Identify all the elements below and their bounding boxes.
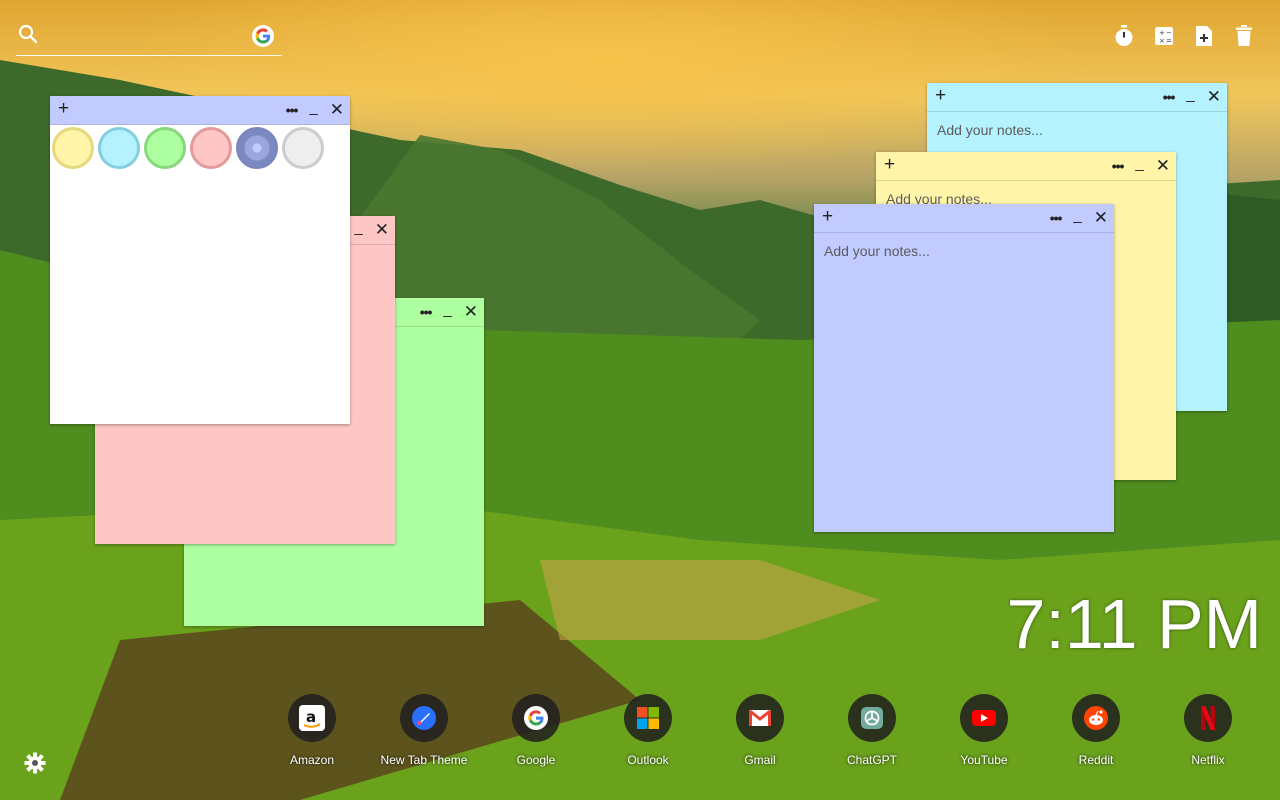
- new-tab-theme-icon: [400, 694, 448, 742]
- color-swatch-cyan[interactable]: [98, 127, 140, 169]
- outlook-icon: [624, 694, 672, 742]
- note-header: + ••• _ ✕: [50, 96, 350, 125]
- shortcut-label: Gmail: [744, 753, 776, 767]
- add-note-button[interactable]: +: [935, 86, 946, 106]
- shortcut-label: ChatGPT: [846, 753, 897, 767]
- note-header: + ••• _ ✕: [876, 152, 1176, 181]
- note-placeholder: Add your notes...: [937, 122, 1043, 138]
- search-bar: [16, 22, 282, 56]
- close-button[interactable]: ✕: [1094, 208, 1108, 228]
- minimize-button[interactable]: _: [354, 219, 362, 236]
- note-header: + ••• _ ✕: [814, 204, 1114, 233]
- shortcut-label: Reddit: [1078, 753, 1114, 767]
- shortcut-dock: a Amazon New Tab Theme Google Outlook Gm…: [256, 694, 1264, 767]
- add-note-button[interactable]: +: [58, 99, 69, 119]
- svg-text:a: a: [306, 708, 316, 726]
- add-note-button[interactable]: +: [884, 155, 895, 175]
- shortcut-outlook[interactable]: Outlook: [592, 694, 704, 767]
- shortcut-reddit[interactable]: Reddit: [1040, 694, 1152, 767]
- close-button[interactable]: ✕: [464, 302, 478, 322]
- color-palette: [50, 125, 350, 171]
- shortcut-netflix[interactable]: Netflix: [1152, 694, 1264, 767]
- color-swatch-yellow[interactable]: [52, 127, 94, 169]
- shortcut-new-tab-theme[interactable]: New Tab Theme: [368, 694, 480, 767]
- shortcut-amazon[interactable]: a Amazon: [256, 694, 368, 767]
- top-toolbar: + − × =: [1114, 25, 1254, 47]
- shortcut-label: YouTube: [960, 753, 1008, 767]
- netflix-icon: [1184, 694, 1232, 742]
- close-button[interactable]: ✕: [330, 100, 344, 120]
- search-input[interactable]: [50, 24, 244, 52]
- close-button[interactable]: ✕: [1156, 156, 1170, 176]
- search-icon[interactable]: [18, 24, 38, 49]
- trash-icon[interactable]: [1234, 25, 1254, 47]
- svg-text:+: +: [1159, 29, 1165, 37]
- add-note-icon[interactable]: [1194, 25, 1214, 47]
- google-search-icon[interactable]: [252, 25, 274, 47]
- more-options-button[interactable]: •••: [1163, 89, 1176, 105]
- shortcut-label: Netflix: [1191, 753, 1225, 767]
- settings-gear-icon[interactable]: [24, 752, 46, 779]
- close-button[interactable]: ✕: [1207, 87, 1221, 107]
- svg-text:−: −: [1166, 29, 1172, 37]
- minimize-button[interactable]: _: [1135, 155, 1143, 172]
- shortcut-label: Outlook: [627, 753, 669, 767]
- shortcut-label: Amazon: [289, 753, 335, 767]
- shortcut-label: Google: [516, 753, 556, 767]
- note-placeholder: Add your notes...: [824, 243, 930, 259]
- google-icon: [512, 694, 560, 742]
- note-textarea[interactable]: Add your notes...: [814, 233, 1114, 269]
- color-swatch-periwinkle[interactable]: [236, 127, 278, 169]
- note-header: + ••• _ ✕: [927, 83, 1227, 112]
- more-options-button[interactable]: •••: [1050, 210, 1063, 226]
- stopwatch-icon[interactable]: [1114, 25, 1134, 47]
- minimize-button[interactable]: _: [1186, 86, 1194, 103]
- note-white[interactable]: + ••• _ ✕: [50, 96, 350, 424]
- more-options-button[interactable]: •••: [1112, 158, 1125, 174]
- gmail-icon: [736, 694, 784, 742]
- calculator-icon[interactable]: + − × =: [1154, 25, 1174, 47]
- amazon-icon: a: [288, 694, 336, 742]
- youtube-icon: [960, 694, 1008, 742]
- svg-text:=: =: [1166, 37, 1172, 45]
- minimize-button[interactable]: _: [1073, 207, 1081, 224]
- more-options-button[interactable]: •••: [420, 304, 433, 320]
- chatgpt-icon: [848, 694, 896, 742]
- shortcut-label: New Tab Theme: [380, 753, 468, 767]
- shortcut-youtube[interactable]: YouTube: [928, 694, 1040, 767]
- color-swatch-gray[interactable]: [282, 127, 324, 169]
- close-button[interactable]: ✕: [375, 220, 389, 240]
- shortcut-chatgpt[interactable]: ChatGPT: [816, 694, 928, 767]
- minimize-button[interactable]: _: [309, 99, 317, 116]
- shortcut-gmail[interactable]: Gmail: [704, 694, 816, 767]
- note-blue[interactable]: + ••• _ ✕ Add your notes...: [814, 204, 1114, 532]
- clock: 7:11 PM: [1006, 585, 1263, 663]
- add-note-button[interactable]: +: [822, 207, 833, 227]
- note-textarea[interactable]: Add your notes...: [927, 112, 1227, 148]
- color-swatch-pink[interactable]: [190, 127, 232, 169]
- reddit-icon: [1072, 694, 1120, 742]
- more-options-button[interactable]: •••: [286, 102, 299, 118]
- shortcut-google[interactable]: Google: [480, 694, 592, 767]
- minimize-button[interactable]: _: [443, 301, 451, 318]
- svg-text:×: ×: [1159, 37, 1165, 45]
- color-swatch-green[interactable]: [144, 127, 186, 169]
